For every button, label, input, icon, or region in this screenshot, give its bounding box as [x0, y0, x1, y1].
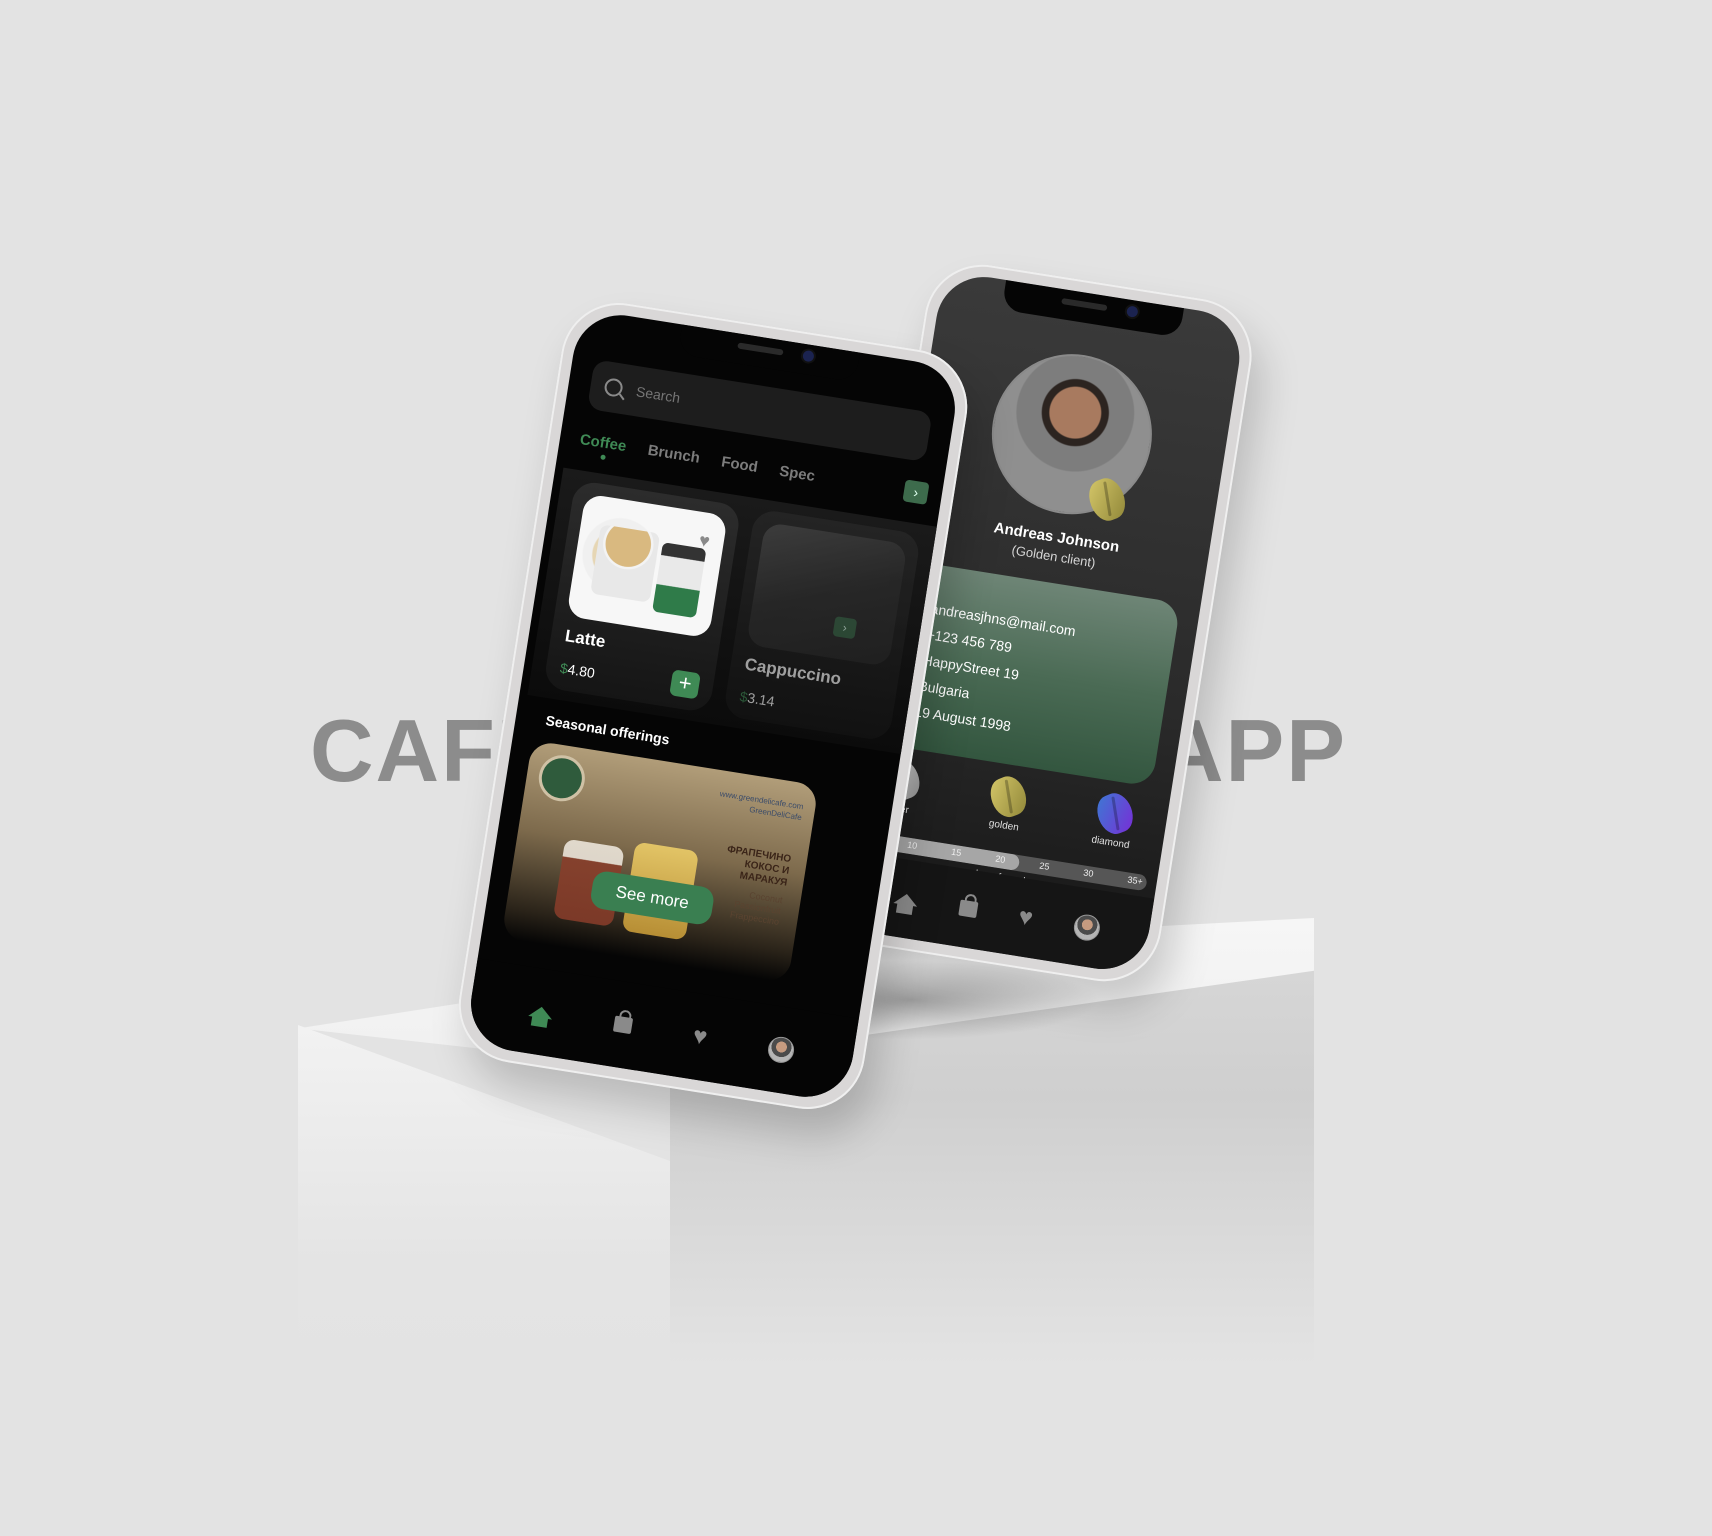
tier-golden-label: golden	[988, 818, 1020, 834]
latte-cup-image	[590, 524, 661, 603]
favorite-heart-icon[interactable]: ♥	[697, 530, 712, 552]
tick: 30	[1082, 867, 1095, 879]
tick: 35+	[1126, 874, 1144, 887]
chevron-right-icon[interactable]: ›	[832, 616, 858, 640]
tick: 10	[906, 839, 918, 852]
cappuccino-image	[746, 521, 908, 667]
notch	[1001, 280, 1184, 338]
latte-image: ♥	[566, 493, 728, 639]
home-icon[interactable]	[893, 891, 919, 907]
tab-food[interactable]: Food	[720, 453, 759, 476]
profile-birthday: 19 August 1998	[913, 703, 1013, 735]
seasonal-title: Seasonal offerings	[544, 712, 671, 748]
avatar[interactable]	[766, 1035, 796, 1065]
chevron-right-icon[interactable]: ›	[902, 479, 930, 505]
profile-avatar[interactable]	[980, 342, 1164, 526]
product-card-latte[interactable]: ♥ Latte $4.80 +	[542, 479, 742, 714]
tick: 15	[950, 846, 963, 858]
tab-brunch[interactable]: Brunch	[647, 441, 702, 466]
price-value: 4.80	[566, 660, 596, 681]
home-icon[interactable]	[528, 1004, 554, 1020]
search-icon	[603, 377, 624, 398]
bag-icon[interactable]	[612, 1015, 634, 1035]
notch	[677, 324, 861, 383]
cafe-logo-icon	[535, 751, 589, 805]
promo-web: www.greendelicafe.com GreenDeliCafe	[717, 788, 804, 823]
tab-coffee[interactable]: Coffee	[579, 431, 628, 455]
price-value: 3.14	[746, 689, 776, 710]
product-price: $3.14	[739, 688, 776, 709]
bag-icon[interactable]	[958, 899, 979, 919]
add-to-cart-button[interactable]: +	[669, 669, 701, 700]
product-card-cappuccino[interactable]: › Cappuccino $3.14	[722, 508, 922, 742]
tick: 20	[994, 853, 1007, 865]
product-name: Latte	[563, 626, 607, 652]
product-name: Cappuccino	[743, 654, 843, 689]
takeaway-cup-image	[652, 542, 707, 619]
tick: 25	[1038, 860, 1051, 872]
product-price: $4.80	[559, 660, 596, 681]
profile-phone: +123 456 789	[925, 626, 1014, 656]
tier-diamond-label: diamond	[1090, 834, 1131, 852]
promo-title-bg: ФРАПЕЧИНО КОКОС И МАРАКУЯ	[726, 844, 792, 889]
search-input[interactable]	[632, 381, 838, 432]
bottom-nav: ♥	[464, 958, 859, 1104]
profile-street: HappyStreet 19	[921, 651, 1021, 683]
heart-icon[interactable]: ♥	[1017, 903, 1035, 932]
camera-icon	[802, 349, 815, 363]
profile-country: Bulgaria	[917, 677, 971, 702]
avatar[interactable]	[1072, 912, 1102, 943]
camera-icon	[1126, 305, 1139, 318]
heart-icon[interactable]: ♥	[691, 1022, 709, 1051]
diamond-bean-icon	[1092, 788, 1139, 839]
tab-specials[interactable]: Spec	[778, 462, 816, 484]
golden-bean-icon	[985, 771, 1032, 822]
seasonal-promo-banner[interactable]: www.greendelicafe.com GreenDeliCafe ФРАП…	[501, 740, 819, 984]
tier-golden: golden	[975, 771, 1039, 836]
tier-diamond: diamond	[1082, 788, 1146, 852]
